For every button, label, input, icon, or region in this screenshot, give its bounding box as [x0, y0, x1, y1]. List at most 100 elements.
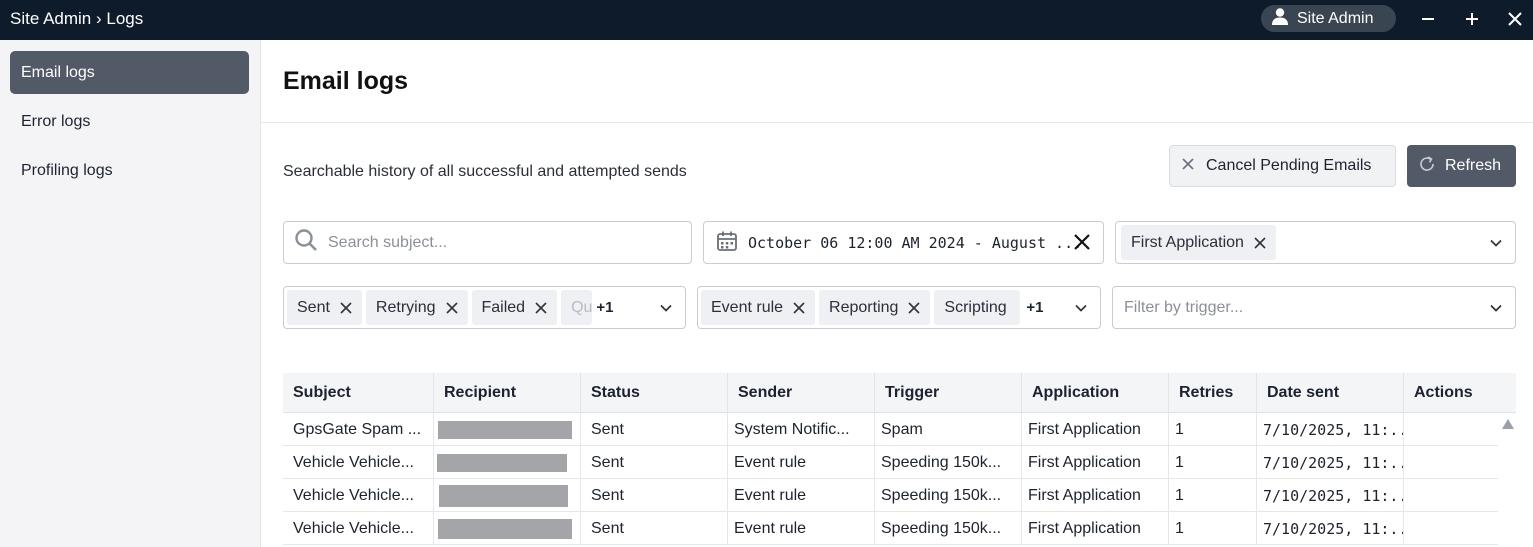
sidebar-item-email-logs[interactable]: Email logs — [10, 51, 249, 94]
chip-label: First Application — [1131, 233, 1244, 251]
close-icon[interactable] — [1502, 6, 1528, 32]
search-field — [283, 221, 692, 264]
sidebar-item-profiling-logs[interactable]: Profiling logs — [10, 149, 249, 192]
cell-sender: Event rule — [728, 446, 875, 479]
date-range-picker[interactable]: October 06 12:00 AM 2024 - August ... — [703, 221, 1104, 264]
user-label: Site Admin — [1297, 9, 1374, 27]
chip-label: Failed — [481, 298, 526, 316]
sidebar-item-label: Email logs — [21, 63, 95, 81]
cell-retries: 1 — [1169, 479, 1257, 512]
chevron-down-icon[interactable] — [659, 301, 673, 320]
application-select[interactable]: First Application — [1115, 221, 1516, 264]
header-divider — [261, 122, 1533, 123]
cell-retries: 1 — [1169, 413, 1257, 446]
table-row[interactable]: Vehicle Vehicle... Sent Event rule Speed… — [283, 512, 1498, 545]
table-header: Subject Recipient Status Sender Trigger … — [283, 373, 1516, 413]
chip-label: Scripting — [944, 298, 1007, 316]
refresh-label: Refresh — [1445, 157, 1502, 174]
remove-chip-icon[interactable] — [535, 301, 547, 314]
page-title: Email logs — [283, 67, 409, 95]
main-content: Email logs Searchable history of all suc… — [261, 40, 1533, 547]
scroll-up-arrow-icon[interactable] — [1501, 417, 1515, 435]
cell-subject: Vehicle Vehicle... — [283, 512, 434, 545]
cell-status: Sent — [581, 479, 728, 512]
chip-label: Event rule — [711, 298, 784, 316]
search-input[interactable] — [328, 233, 668, 252]
application-chip: First Application — [1121, 225, 1276, 260]
refresh-button[interactable]: Refresh — [1407, 145, 1516, 187]
search-icon — [294, 228, 318, 257]
remove-chip-icon[interactable] — [340, 301, 352, 314]
cell-status: Sent — [581, 413, 728, 446]
column-header-subject[interactable]: Subject — [283, 373, 434, 413]
sidebar: Email logs Error logs Profiling logs — [0, 40, 261, 547]
column-header-date-sent[interactable]: Date sent — [1257, 373, 1404, 413]
column-header-recipient[interactable]: Recipient — [434, 373, 581, 413]
cell-date-sent: 7/10/2025, 11:... — [1257, 413, 1404, 446]
sidebar-item-error-logs[interactable]: Error logs — [10, 100, 249, 143]
refresh-icon — [1418, 155, 1436, 178]
cell-sender: Event rule — [728, 512, 875, 545]
cell-status: Sent — [581, 512, 728, 545]
trigger-filter-select[interactable]: Filter by trigger... — [1112, 286, 1516, 329]
column-header-status[interactable]: Status — [581, 373, 728, 413]
remove-chip-icon[interactable] — [908, 301, 920, 314]
remove-chip-icon[interactable] — [1254, 236, 1266, 249]
trigger-chip-reporting: Reporting — [819, 290, 931, 325]
column-header-retries[interactable]: Retries — [1169, 373, 1257, 413]
column-header-actions: Actions — [1414, 384, 1473, 401]
trigger-filter-placeholder: Filter by trigger... — [1124, 298, 1244, 316]
status-chip-failed: Failed — [471, 290, 558, 325]
chevron-down-icon[interactable] — [1074, 301, 1088, 320]
cell-subject: GpsGate Spam ... — [283, 413, 434, 446]
chevron-down-icon[interactable] — [1489, 301, 1503, 320]
breadcrumb: Site Admin › Logs — [10, 9, 144, 28]
calendar-icon — [716, 230, 738, 256]
cell-recipient — [434, 512, 581, 545]
cell-sender: System Notific... — [728, 413, 875, 446]
cell-date-sent: 7/10/2025, 11:... — [1257, 479, 1404, 512]
cell-subject: Vehicle Vehicle... — [283, 479, 434, 512]
trigger-more-count: +1 — [1026, 299, 1044, 316]
date-range-value: October 06 12:00 AM 2024 - August ... — [748, 233, 1083, 252]
cell-recipient — [434, 446, 581, 479]
redacted-recipient — [437, 453, 567, 472]
status-chip-retrying: Retrying — [365, 290, 468, 325]
cell-application: First Application — [1022, 479, 1169, 512]
cancel-pending-emails-button[interactable]: Cancel Pending Emails — [1169, 145, 1396, 187]
user-menu-button[interactable]: Site Admin — [1261, 5, 1396, 32]
title-bar: Site Admin › Logs Site Admin — [0, 0, 1533, 40]
table-row[interactable]: Vehicle Vehicle... Sent Event rule Speed… — [283, 446, 1498, 479]
chevron-down-icon[interactable] — [1489, 236, 1503, 255]
cell-actions — [1404, 413, 1498, 446]
cell-retries: 1 — [1169, 512, 1257, 545]
status-chip-sent: Sent — [287, 290, 362, 325]
maximize-icon[interactable] — [1459, 6, 1485, 32]
table-row[interactable]: GpsGate Spam ... Sent System Notific... … — [283, 413, 1498, 446]
status-chip-partial: Qu — [561, 290, 593, 325]
cell-sender: Event rule — [728, 479, 875, 512]
cancel-pending-emails-label: Cancel Pending Emails — [1206, 157, 1372, 174]
cell-recipient — [434, 479, 581, 512]
remove-chip-icon[interactable] — [445, 301, 458, 314]
cell-actions — [1404, 479, 1498, 512]
chip-label: Retrying — [375, 298, 436, 316]
trigger-type-select[interactable]: Event rule Reporting Scripting +1 — [697, 286, 1101, 329]
chip-label: Sent — [297, 298, 330, 316]
column-header-trigger[interactable]: Trigger — [875, 373, 1022, 413]
clear-date-icon[interactable] — [1073, 233, 1091, 255]
page-description: Searchable history of all successful and… — [283, 163, 687, 180]
column-header-application[interactable]: Application — [1022, 373, 1169, 413]
table-row[interactable]: Vehicle Vehicle... Sent Event rule Speed… — [283, 479, 1498, 512]
minimize-icon[interactable] — [1415, 6, 1441, 32]
redacted-recipient — [438, 420, 572, 439]
chip-label: Reporting — [829, 298, 899, 316]
remove-chip-icon[interactable] — [793, 301, 805, 314]
cell-trigger: Speeding 150k... — [875, 446, 1022, 479]
cell-actions — [1404, 446, 1498, 479]
cell-date-sent: 7/10/2025, 11:... — [1257, 512, 1404, 545]
status-select[interactable]: Sent Retrying Failed Qu +1 — [283, 286, 686, 329]
cell-actions — [1404, 512, 1498, 545]
column-header-sender[interactable]: Sender — [728, 373, 875, 413]
cell-recipient — [434, 413, 581, 446]
